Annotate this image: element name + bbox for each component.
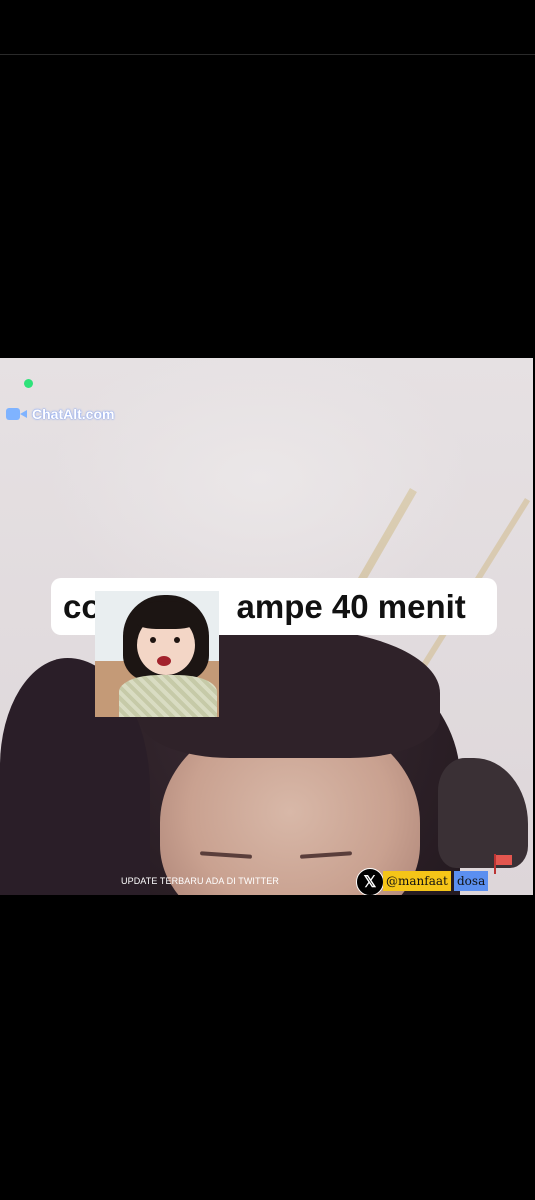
watermark-text: ChatAlt.com: [32, 406, 115, 422]
top-divider: [0, 54, 535, 55]
caption-end: ampe 40 menit: [236, 587, 466, 625]
screen: ChatAlt.com co ampe 40 menit UPDATE TERB…: [0, 0, 535, 1200]
handle-part1: @manfaat: [383, 871, 451, 891]
video-camera-icon: [6, 407, 28, 421]
flag-icon: [492, 854, 516, 874]
handle-part2: dosa: [454, 871, 489, 891]
watermark: ChatAlt.com: [6, 406, 114, 422]
x-logo-icon: 𝕏: [356, 868, 384, 895]
reaction-sticker: [95, 591, 219, 717]
status-dot: [24, 379, 33, 388]
video-frame[interactable]: ChatAlt.com co ampe 40 menit UPDATE TERB…: [0, 358, 533, 895]
update-notice: UPDATE TERBARU ADA DI TWITTER: [121, 876, 279, 886]
